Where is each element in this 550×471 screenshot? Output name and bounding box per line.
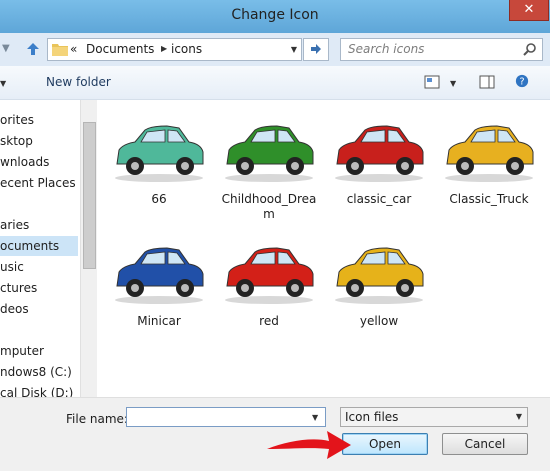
address-row: ▼ « Documents ▶ icons ▼ Search icons bbox=[0, 33, 550, 66]
view-options-icon[interactable] bbox=[424, 75, 440, 89]
nav-item-downloads[interactable]: wnloads bbox=[0, 152, 78, 172]
toolbar: ▼ New folder ▼ ? bbox=[0, 66, 550, 100]
file-name: Classic_Truck bbox=[449, 192, 529, 206]
file-type-dropdown-icon[interactable]: ▼ bbox=[516, 408, 522, 426]
preview-pane-icon[interactable] bbox=[479, 75, 495, 89]
address-bar[interactable]: « Documents ▶ icons ▼ bbox=[47, 38, 302, 61]
up-button[interactable] bbox=[22, 39, 44, 59]
nav-item-recent-places[interactable]: ecent Places bbox=[0, 173, 78, 193]
annotation-arrow-icon bbox=[267, 431, 351, 459]
car-icon bbox=[335, 125, 424, 182]
search-icon[interactable] bbox=[523, 42, 537, 56]
file-item[interactable]: Classic_Truck bbox=[434, 108, 544, 226]
nav-item-computer[interactable]: mputer bbox=[0, 341, 78, 361]
nav-item-libraries[interactable]: aries bbox=[0, 215, 78, 235]
car-icon bbox=[445, 125, 534, 182]
nav-item-music[interactable]: usic bbox=[0, 257, 78, 277]
file-list: 66 Childhood_Dream classic_car Classic_Truc… bbox=[97, 100, 550, 430]
car-icon bbox=[335, 247, 424, 304]
nav-item-favorites[interactable]: orites bbox=[0, 110, 78, 130]
file-item[interactable]: Minicar bbox=[104, 230, 214, 348]
file-name: 66 bbox=[151, 192, 167, 206]
navigation-pane: orites sktop wnloads ecent Places aries … bbox=[0, 100, 80, 430]
car-icon bbox=[225, 247, 314, 304]
view-dropdown-icon[interactable]: ▼ bbox=[450, 79, 456, 88]
folder-icon bbox=[52, 44, 68, 56]
search-placeholder: Search icons bbox=[348, 42, 425, 56]
breadcrumb-separator-icon[interactable]: ▶ bbox=[161, 44, 167, 53]
search-box[interactable]: Search icons bbox=[340, 38, 543, 61]
address-dropdown-icon[interactable]: ▼ bbox=[291, 45, 297, 54]
refresh-button[interactable] bbox=[303, 38, 329, 61]
file-name: classic_car bbox=[346, 192, 412, 206]
file-name: Minicar bbox=[137, 314, 181, 328]
dialog-body: ▼ « Documents ▶ icons ▼ Search icons ▼ N… bbox=[0, 33, 550, 471]
window-title: Change Icon bbox=[231, 7, 319, 23]
nav-item-videos[interactable]: deos bbox=[0, 299, 78, 319]
car-icon bbox=[225, 125, 314, 182]
file-name-label: File name: bbox=[66, 412, 128, 426]
svg-text:?: ? bbox=[519, 77, 524, 88]
car-icon bbox=[115, 125, 204, 182]
file-type-value: Icon files bbox=[345, 410, 399, 424]
file-item[interactable]: yellow bbox=[324, 230, 434, 348]
file-item[interactable]: classic_car bbox=[324, 108, 434, 226]
file-item[interactable]: red bbox=[214, 230, 324, 348]
file-item[interactable]: Childhood_Dream bbox=[214, 108, 324, 226]
close-button[interactable]: ✕ bbox=[509, 0, 549, 21]
breadcrumb-overflow[interactable]: « bbox=[70, 42, 77, 56]
car-icon bbox=[115, 247, 204, 304]
file-name: Childhood_Dream bbox=[221, 192, 317, 221]
file-type-select[interactable]: Icon files ▼ bbox=[340, 407, 528, 427]
open-button[interactable]: Open bbox=[342, 433, 428, 455]
nav-item-pictures[interactable]: ctures bbox=[0, 278, 78, 298]
nav-item-documents[interactable]: ocuments bbox=[0, 236, 78, 256]
organize-dropdown-icon[interactable]: ▼ bbox=[0, 79, 6, 88]
new-folder-button[interactable]: New folder bbox=[46, 75, 111, 89]
navigation-scrollbar[interactable]: ▼ bbox=[80, 100, 97, 430]
nav-item-windows8-c[interactable]: ndows8 (C:) bbox=[0, 362, 78, 382]
title-bar: Change Icon ✕ bbox=[0, 0, 550, 33]
recent-locations-icon[interactable]: ▼ bbox=[2, 43, 10, 54]
file-name-dropdown-icon[interactable]: ▼ bbox=[312, 413, 318, 422]
refresh-icon bbox=[311, 44, 321, 54]
scrollbar-thumb[interactable] bbox=[83, 122, 96, 269]
breadcrumb-icons[interactable]: icons bbox=[171, 42, 202, 56]
breadcrumb-documents[interactable]: Documents bbox=[86, 42, 154, 56]
nav-item-desktop[interactable]: sktop bbox=[0, 131, 78, 151]
file-item[interactable]: 66 bbox=[104, 108, 214, 226]
file-name-input[interactable] bbox=[126, 407, 326, 427]
file-name: red bbox=[259, 314, 279, 328]
up-arrow-icon bbox=[27, 43, 39, 55]
cancel-button[interactable]: Cancel bbox=[442, 433, 528, 455]
help-icon[interactable]: ? bbox=[514, 74, 530, 88]
file-name: yellow bbox=[359, 314, 399, 328]
